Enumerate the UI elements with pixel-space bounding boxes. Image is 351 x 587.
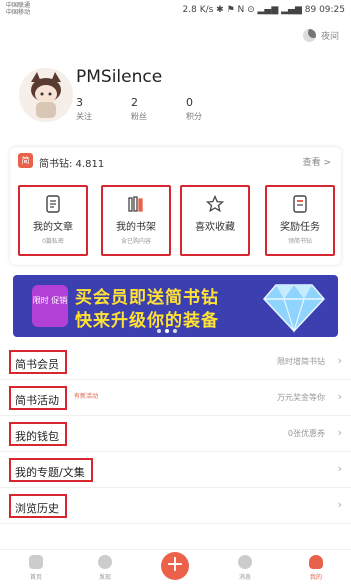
pagination-dot <box>157 329 161 333</box>
person-icon <box>309 555 323 569</box>
document-icon <box>46 195 60 213</box>
tile-subtitle: 0篇私密 <box>42 238 64 245</box>
night-mode-label: 夜间 <box>320 32 339 42</box>
stat-value: 3 <box>76 96 83 109</box>
new-activity-tag: 有新活动 <box>74 393 99 400</box>
menu-item-label: 简书活动 <box>9 386 67 410</box>
tile-label: 喜欢收藏 <box>195 222 235 233</box>
task-icon <box>293 195 307 213</box>
stat-followers[interactable]: 2 粉丝 <box>131 96 186 122</box>
profile-stats: 3 关注 2 粉丝 0 积分 <box>76 96 241 122</box>
chevron-right-icon: › <box>337 498 342 511</box>
tile-label: 我的书架 <box>116 222 156 233</box>
promo-banner[interactable]: 限时 促销 买会员即送简书钻 快来升级你的装备 <box>13 275 338 337</box>
menu-item-label: 浏览历史 <box>9 494 67 518</box>
chevron-right-icon: › <box>337 390 342 403</box>
banner-line-2: 快来升级你的装备 <box>75 311 219 331</box>
promo-badge: 限时 促销 <box>32 285 68 327</box>
create-post-button[interactable]: + <box>161 552 189 580</box>
stat-following[interactable]: 3 关注 <box>76 96 131 122</box>
tab-discover[interactable]: 发现 <box>83 555 127 581</box>
tile-favorites[interactable]: 喜欢收藏 <box>180 185 250 256</box>
profile-header: PMSilence 3 关注 2 粉丝 0 积分 <box>0 62 351 142</box>
carrier-info: 中国联通 中国移动 <box>6 2 30 16</box>
menu-item-hint: 限时增简书钻 <box>277 357 325 366</box>
carrier-1: 中国联通 <box>6 2 31 9</box>
shortcut-card: 简 简书钻: 4.811 查看 > 我的文章 0篇私密 我的书架 含已购内容 喜… <box>10 147 341 265</box>
stat-label: 粉丝 <box>131 112 147 121</box>
stat-label: 关注 <box>76 112 92 121</box>
username[interactable]: PMSilence <box>76 67 162 87</box>
status-bar: 中国联通 中国移动 2.8 K/s ✱ ⚑ N ⊙ ▂▄▆ ▂▄▆ 89 09:… <box>0 0 351 22</box>
moon-icon <box>302 29 316 42</box>
message-icon <box>238 555 252 569</box>
tab-label: 发现 <box>98 574 111 581</box>
tab-me[interactable]: 我的 <box>294 555 338 581</box>
diamond-gem-icon <box>262 284 326 333</box>
menu-item-hint: 万元奖金等你 <box>277 393 325 402</box>
avatar[interactable] <box>19 68 73 122</box>
diamond-balance-row[interactable]: 简 简书钻: 4.811 查看 > <box>10 147 341 173</box>
shortcut-tiles: 我的文章 0篇私密 我的书架 含已购内容 喜欢收藏 奖励任务 领简书钻 <box>10 185 341 257</box>
tile-label: 我的文章 <box>33 222 73 233</box>
menu-item-label: 我的钱包 <box>9 422 67 446</box>
stat-value: 2 <box>131 96 138 109</box>
tile-subtitle: 含已购内容 <box>120 238 151 245</box>
carrier-2: 中国移动 <box>6 9 31 16</box>
tile-subtitle: 领简书钻 <box>287 238 312 245</box>
menu-item-activities[interactable]: 简书活动 有新活动 万元奖金等你 › <box>0 380 351 416</box>
menu-item-hint: 0张优惠券 <box>287 429 325 438</box>
chevron-right-icon: › <box>337 426 342 439</box>
status-indicators: 2.8 K/s ✱ ⚑ N ⊙ ▂▄▆ ▂▄▆ 89 09:25 <box>182 5 345 15</box>
banner-line-1: 买会员即送简书钻 <box>75 288 219 308</box>
star-icon <box>206 195 224 213</box>
tab-messages[interactable]: 消息 <box>223 555 267 581</box>
tab-label: 消息 <box>238 574 251 581</box>
top-bar: 夜间 <box>0 22 351 52</box>
diamond-icon: 简 <box>18 153 33 168</box>
avatar-image <box>19 68 73 122</box>
tab-label: 首页 <box>29 574 42 581</box>
stat-points[interactable]: 0 积分 <box>186 96 241 122</box>
menu-list: 简书会员 限时增简书钻 › 简书活动 有新活动 万元奖金等你 › 我的钱包 0张… <box>0 344 351 524</box>
stat-label: 积分 <box>186 112 202 121</box>
tab-home[interactable]: 首页 <box>14 555 58 581</box>
menu-item-wallet[interactable]: 我的钱包 0张优惠券 › <box>0 416 351 452</box>
menu-item-label: 简书会员 <box>9 350 67 374</box>
bookshelf-icon <box>128 196 143 212</box>
stat-value: 0 <box>186 96 193 109</box>
menu-item-collections[interactable]: 我的专题/文集 › <box>0 452 351 488</box>
menu-item-history[interactable]: 浏览历史 › <box>0 488 351 524</box>
tile-my-bookshelf[interactable]: 我的书架 含已购内容 <box>101 185 171 256</box>
menu-item-membership[interactable]: 简书会员 限时增简书钻 › <box>0 344 351 380</box>
pagination-dot-active <box>165 329 169 333</box>
chevron-right-icon: › <box>337 462 342 475</box>
chevron-right-icon: › <box>337 354 342 367</box>
home-icon <box>29 555 43 569</box>
tile-my-articles[interactable]: 我的文章 0篇私密 <box>18 185 88 256</box>
tile-reward-tasks[interactable]: 奖励任务 领简书钻 <box>265 185 335 256</box>
diamond-balance: 简书钻: 4.811 <box>39 159 105 170</box>
night-mode-toggle[interactable]: 夜间 <box>302 29 339 42</box>
menu-item-label: 我的专题/文集 <box>9 458 93 482</box>
view-more-link[interactable]: 查看 > <box>303 155 331 168</box>
banner-pagination <box>157 329 177 333</box>
compass-icon <box>98 555 112 569</box>
tile-label: 奖励任务 <box>280 222 320 233</box>
pagination-dot <box>173 329 177 333</box>
tab-label: 我的 <box>309 574 322 581</box>
